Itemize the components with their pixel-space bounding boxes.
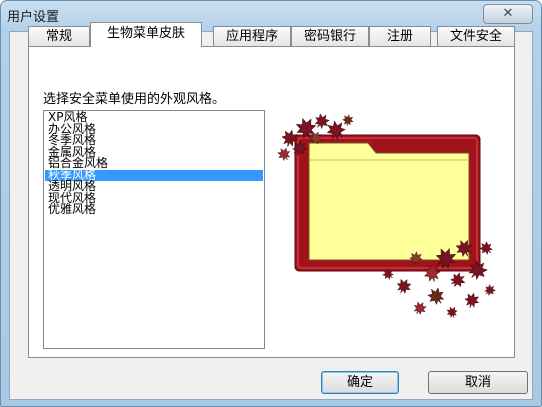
tab-applications[interactable]: 应用程序 [213,26,291,46]
tab-register[interactable]: 注册 [369,26,431,46]
tab-file-security[interactable]: 文件安全 [437,26,515,46]
skin-preview [275,108,500,320]
style-instruction: 选择安全菜单使用的外观风格。 [43,92,226,107]
tab-bio-menu-skin[interactable]: 生物菜单皮肤 [90,22,202,47]
style-listbox[interactable]: XP风格 办公风格 冬季风格 金属风格 铝合金风格 秋季风格 透明风格 现代风格… [43,110,265,349]
ok-button[interactable]: 确定 [321,371,399,394]
tab-password-bank[interactable]: 密码银行 [291,26,369,46]
close-icon: ✕ [502,6,514,21]
close-button[interactable]: ✕ [483,4,533,24]
tab-general[interactable]: 常规 [28,26,90,46]
dialog-title: 用户设置 [7,10,60,25]
cancel-button[interactable]: 取消 [428,371,528,394]
list-item[interactable]: 优雅风格 [45,203,263,216]
autumn-folder-icon [275,110,498,320]
